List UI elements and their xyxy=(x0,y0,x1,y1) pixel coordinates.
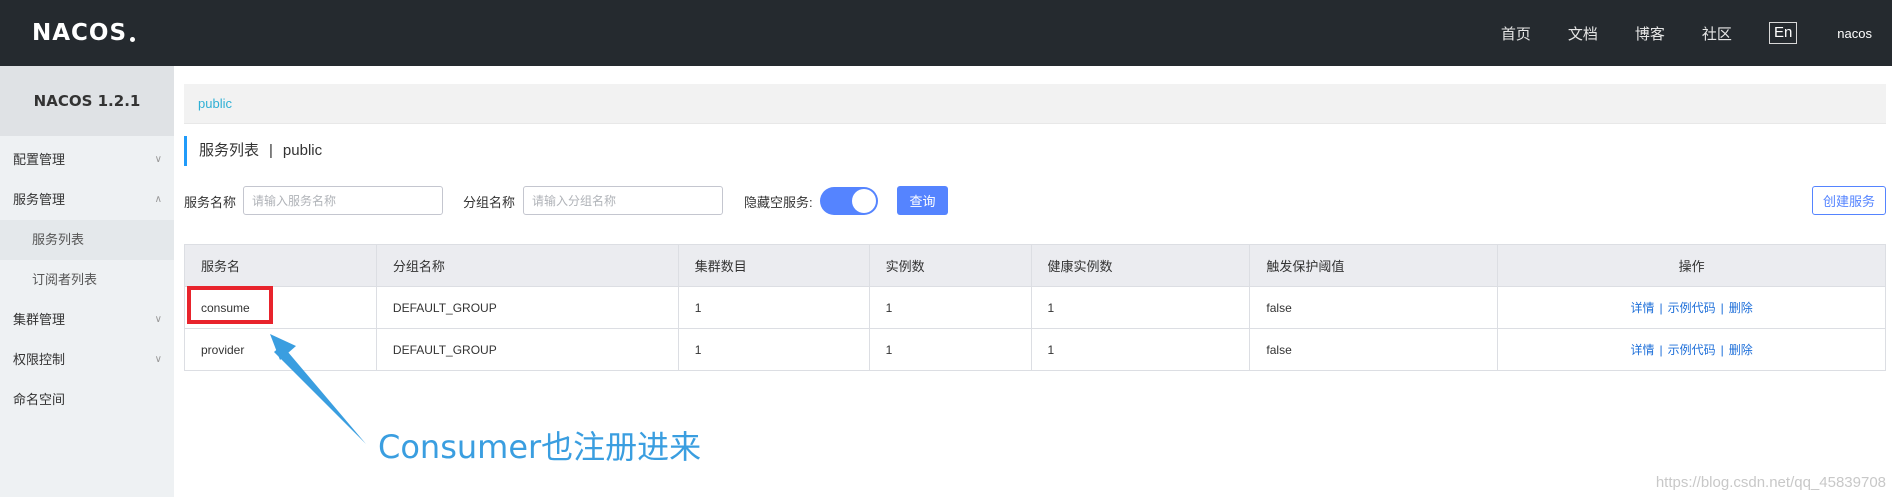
sidebar-item-service-list[interactable]: 服务列表 xyxy=(0,220,174,260)
service-name-cell: provider xyxy=(184,328,377,371)
delete-link[interactable]: 删除 xyxy=(1729,301,1753,315)
breadcrumb: public xyxy=(184,84,1886,124)
instance-count-cell: 1 xyxy=(869,286,1032,329)
top-nav: 首页 文档 博客 社区 En nacos xyxy=(1501,0,1892,66)
operations-cell: 详情 | 示例代码 | 删除 xyxy=(1497,286,1886,329)
sidebar-item-label: 集群管理 xyxy=(13,312,66,327)
operations-cell: 详情 | 示例代码 | 删除 xyxy=(1497,328,1886,371)
group-name-label: 分组名称 xyxy=(463,195,516,210)
service-name-input[interactable] xyxy=(243,186,443,215)
group-name-cell: DEFAULT_GROUP xyxy=(376,286,679,329)
logo-dot-icon xyxy=(130,36,136,42)
sidebar-item-label: 服务管理 xyxy=(13,192,66,207)
cluster-count-cell: 1 xyxy=(678,286,870,329)
language-switch-button[interactable]: En xyxy=(1768,22,1798,44)
sidebar-item-cluster-management[interactable]: 集群管理 ∨ xyxy=(0,300,174,340)
op-separator: | xyxy=(1720,343,1724,357)
nav-docs[interactable]: 文档 xyxy=(1568,23,1598,44)
threshold-cell: false xyxy=(1249,328,1499,371)
service-name-label: 服务名称 xyxy=(184,195,237,210)
nav-community[interactable]: 社区 xyxy=(1702,23,1732,44)
op-separator: | xyxy=(1720,301,1724,315)
red-highlight-box xyxy=(187,286,273,324)
table-row: consume DEFAULT_GROUP 1 1 1 false 详情 | 示例代… xyxy=(184,286,1886,329)
create-service-button[interactable]: 创建服务 xyxy=(1812,186,1886,215)
delete-link[interactable]: 删除 xyxy=(1729,343,1753,357)
page-title-namespace: public xyxy=(282,142,323,159)
group-name-input[interactable] xyxy=(523,186,723,215)
service-table: 服务名 分组名称 集群数目 实例数 健康实例数 触发保护阈值 操作 consum… xyxy=(184,244,1886,371)
column-header-cluster-count: 集群数目 xyxy=(678,244,870,287)
chevron-down-icon: ∨ xyxy=(154,314,162,325)
page-title-text: 服务列表 xyxy=(199,142,260,159)
logo-text: NACOS xyxy=(32,20,128,46)
instance-count-cell: 1 xyxy=(869,328,1032,371)
sidebar-item-access-control[interactable]: 权限控制 ∨ xyxy=(0,340,174,380)
watermark: https://blog.csdn.net/qq_45839708 xyxy=(1655,474,1886,491)
query-button[interactable]: 查询 xyxy=(897,186,948,215)
detail-link[interactable]: 详情 xyxy=(1630,343,1654,357)
sample-code-link[interactable]: 示例代码 xyxy=(1668,343,1716,357)
sidebar-item-label: 命名空间 xyxy=(13,392,66,407)
sidebar-item-service-management[interactable]: 服务管理 ∧ xyxy=(0,180,174,220)
user-name[interactable]: nacos xyxy=(1837,26,1872,41)
annotation-text: Consumer也注册进来 xyxy=(378,428,702,466)
sidebar-item-namespace[interactable]: 命名空间 xyxy=(0,380,174,420)
chevron-up-icon: ∧ xyxy=(154,194,162,205)
threshold-cell: false xyxy=(1249,286,1499,329)
sidebar-item-subscriber-list[interactable]: 订阅者列表 xyxy=(0,260,174,300)
column-header-instance-count: 实例数 xyxy=(869,244,1032,287)
toggle-knob xyxy=(852,189,876,213)
op-separator: | xyxy=(1659,343,1663,357)
chevron-down-icon: ∨ xyxy=(154,354,162,365)
column-header-operations: 操作 xyxy=(1497,244,1886,287)
healthy-count-cell: 1 xyxy=(1031,286,1251,329)
sidebar-item-label: 权限控制 xyxy=(13,352,66,367)
column-header-group-name: 分组名称 xyxy=(376,244,679,287)
nacos-logo[interactable]: NACOS xyxy=(32,18,136,48)
page-title: 服务列表 | public xyxy=(184,136,322,166)
hide-empty-services-toggle[interactable] xyxy=(820,187,878,215)
sidebar: NACOS 1.2.1 配置管理 ∨ 服务管理 ∧ 服务列表 订阅者列表 集群管… xyxy=(0,66,174,497)
column-header-protect-threshold: 触发保护阈值 xyxy=(1249,244,1499,287)
main-content: public 服务列表 | public 服务名称 分组名称 隐藏空服务: 查询… xyxy=(184,66,1886,497)
table-header-row: 服务名 分组名称 集群数目 实例数 健康实例数 触发保护阈值 操作 xyxy=(184,244,1886,287)
nav-blog[interactable]: 博客 xyxy=(1635,23,1665,44)
detail-link[interactable]: 详情 xyxy=(1630,301,1654,315)
sidebar-item-label: 服务列表 xyxy=(32,232,85,247)
chevron-down-icon: ∨ xyxy=(154,154,162,165)
sidebar-title: NACOS 1.2.1 xyxy=(0,66,174,136)
sidebar-item-config-management[interactable]: 配置管理 ∨ xyxy=(0,140,174,180)
column-header-service-name: 服务名 xyxy=(184,244,377,287)
column-header-healthy-instance-count: 健康实例数 xyxy=(1031,244,1251,287)
sidebar-item-label: 配置管理 xyxy=(13,152,66,167)
breadcrumb-namespace[interactable]: public xyxy=(198,96,232,111)
top-navigation-bar: NACOS 首页 文档 博客 社区 En nacos xyxy=(0,0,1892,66)
nav-home[interactable]: 首页 xyxy=(1501,23,1531,44)
page-title-separator: | xyxy=(269,142,273,159)
healthy-count-cell: 1 xyxy=(1031,328,1251,371)
cluster-count-cell: 1 xyxy=(678,328,870,371)
op-separator: | xyxy=(1659,301,1663,315)
hide-empty-services-label: 隐藏空服务: xyxy=(744,195,813,210)
group-name-cell: DEFAULT_GROUP xyxy=(376,328,679,371)
filter-bar: 服务名称 分组名称 隐藏空服务: 查询 创建服务 xyxy=(184,184,1886,216)
table-row: provider DEFAULT_GROUP 1 1 1 false 详情 | 示例… xyxy=(184,328,1886,371)
sample-code-link[interactable]: 示例代码 xyxy=(1668,301,1716,315)
sidebar-item-label: 订阅者列表 xyxy=(32,272,98,287)
